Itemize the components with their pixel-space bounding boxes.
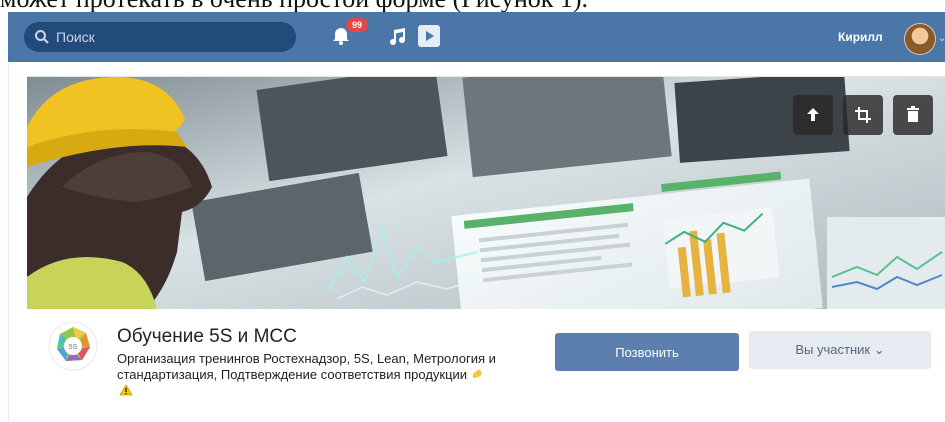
group-logo[interactable]: 5S [48, 321, 98, 371]
call-button[interactable]: Позвонить [555, 333, 739, 371]
page-divider [8, 62, 9, 421]
membership-button[interactable]: Вы участник ⌄ [749, 331, 931, 369]
crop-icon [855, 107, 871, 123]
music-icon [390, 28, 406, 46]
search-placeholder: Поиск [56, 29, 95, 45]
notifications-badge: 99 [346, 18, 368, 32]
top-navigation-bar: Поиск 99 Кирилл ⌄ [8, 12, 945, 62]
cover-image [27, 77, 945, 309]
chevron-down-icon[interactable]: ⌄ [938, 33, 945, 44]
svg-text:5S: 5S [69, 344, 78, 351]
search-icon [34, 29, 50, 45]
username[interactable]: Кирилл [838, 30, 883, 44]
video-button[interactable] [418, 25, 440, 47]
cover-delete-button[interactable] [893, 95, 933, 135]
upload-icon [807, 108, 819, 121]
trash-icon [907, 106, 919, 122]
music-button[interactable] [388, 26, 408, 48]
warning-emoji-icon [119, 384, 133, 396]
group-description: Организация тренингов Ростехнадзор, 5S, … [117, 351, 497, 399]
group-description-text: Организация тренингов Ростехнадзор, 5S, … [117, 351, 496, 382]
cover-upload-button[interactable] [793, 95, 833, 135]
avatar[interactable] [904, 23, 936, 55]
cover-crop-button[interactable] [843, 95, 883, 135]
document-text: может протекать в очень простой форме (Р… [0, 0, 945, 12]
cover-actions [793, 95, 933, 135]
video-icon [426, 31, 434, 41]
group-title: Обучение 5S и МСС [117, 326, 297, 347]
muscle-emoji-icon [471, 368, 485, 380]
search-input[interactable]: Поиск [24, 22, 296, 52]
